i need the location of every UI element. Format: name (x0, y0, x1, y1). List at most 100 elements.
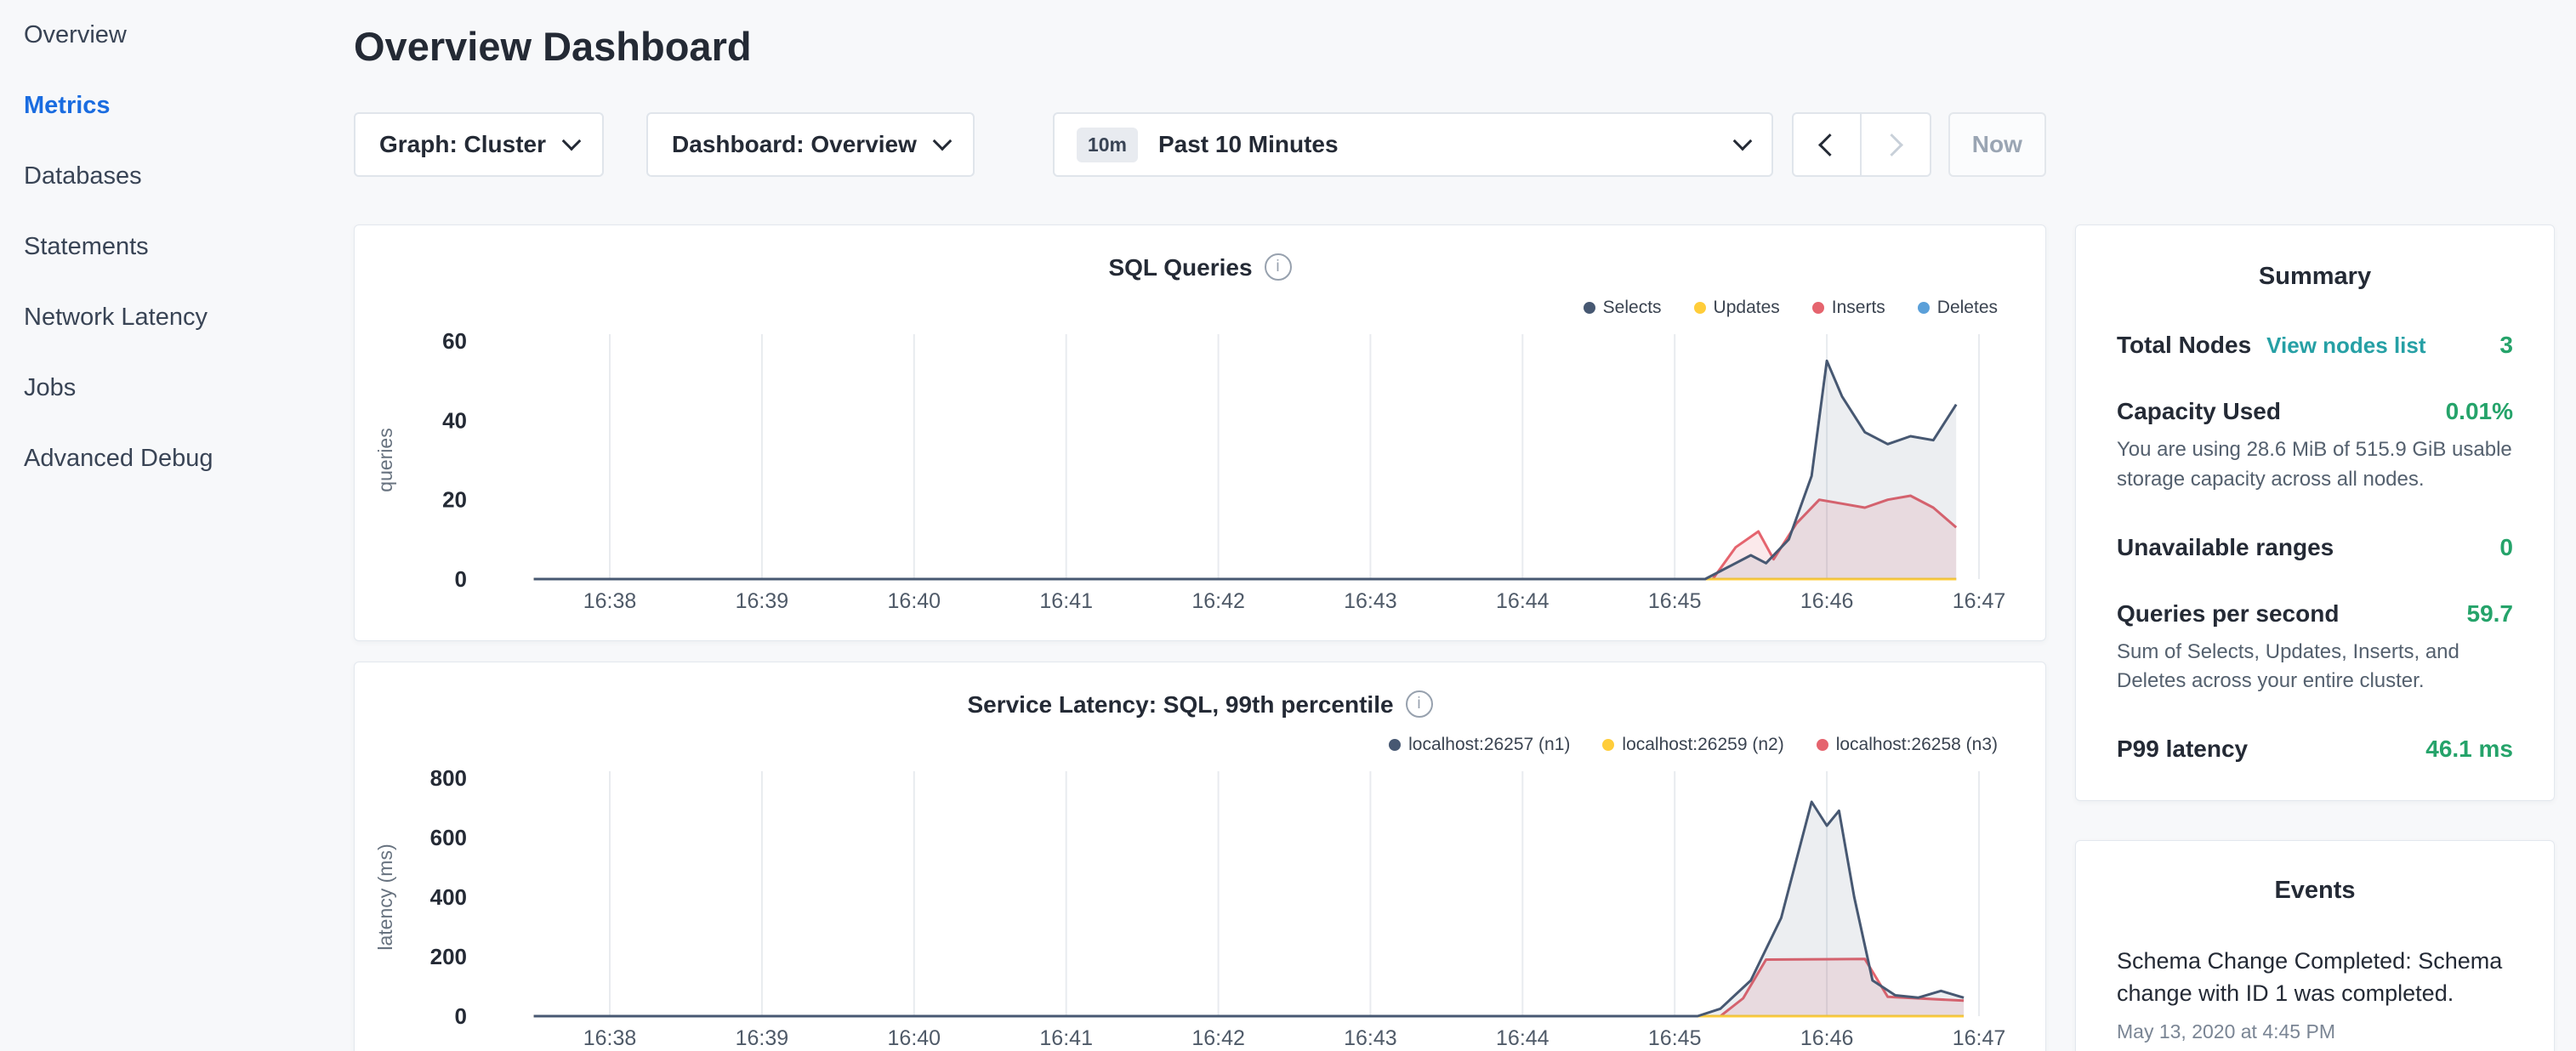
svg-text:16:46: 16:46 (1800, 589, 1854, 613)
metric-label: Unavailable ranges (2117, 534, 2334, 561)
chart-title: Service Latency: SQL, 99th percentile (355, 688, 2045, 722)
sidebar: Overview Metrics Databases Statements Ne… (0, 0, 340, 494)
svg-text:16:46: 16:46 (1800, 1026, 1854, 1050)
legend-dot-icon (1918, 302, 1930, 314)
svg-text:16:45: 16:45 (1648, 1026, 1702, 1050)
chevron-right-icon (1880, 134, 1903, 156)
svg-text:16:43: 16:43 (1344, 1026, 1397, 1050)
svg-text:60: 60 (442, 328, 467, 354)
svg-text:0: 0 (455, 1003, 467, 1029)
time-window-arrows (1792, 112, 1931, 177)
metric-description: Sum of Selects, Updates, Inserts, and De… (2117, 638, 2513, 697)
legend-item[interactable]: localhost:26259 (n2) (1602, 735, 1783, 755)
chart-title-text: SQL Queries (1108, 254, 1252, 281)
dashboard-label: Dashboard: Overview (672, 131, 917, 158)
legend-dot-icon (1389, 739, 1401, 751)
svg-text:16:38: 16:38 (583, 1026, 637, 1050)
chart-legend: Selects Updates Inserts Deletes (355, 297, 2045, 319)
svg-text:16:42: 16:42 (1191, 589, 1245, 613)
summary-panel: Summary Total Nodes View nodes list 3 Ca… (2075, 224, 2555, 801)
svg-text:16:41: 16:41 (1039, 589, 1093, 613)
legend-item[interactable]: Selects (1584, 298, 1662, 318)
svg-text:16:39: 16:39 (736, 589, 789, 613)
svg-text:16:47: 16:47 (1953, 1026, 2006, 1050)
sidebar-item-network-latency[interactable]: Network Latency (24, 282, 340, 353)
chart-legend: localhost:26257 (n1) localhost:26259 (n2)… (355, 734, 2045, 756)
metric-label: Capacity Used (2117, 398, 2281, 425)
svg-text:16:39: 16:39 (736, 1026, 789, 1050)
summary-capacity-used: Capacity Used 0.01% You are using 28.6 M… (2117, 398, 2513, 495)
events-panel: Events Schema Change Completed: Schema c… (2075, 840, 2555, 1051)
summary-title: Summary (2117, 263, 2513, 291)
summary-total-nodes: Total Nodes View nodes list 3 (2117, 332, 2513, 359)
svg-text:0: 0 (455, 566, 467, 592)
legend-item[interactable]: Inserts (1812, 298, 1885, 318)
info-icon[interactable] (1265, 253, 1292, 281)
service-latency-chart-panel: Service Latency: SQL, 99th percentile lo… (354, 662, 2046, 1051)
chevron-left-icon (1818, 134, 1841, 156)
dashboard-dropdown[interactable]: Dashboard: Overview (646, 112, 975, 177)
legend-item[interactable]: Updates (1694, 298, 1780, 318)
sidebar-item-statements[interactable]: Statements (24, 212, 340, 282)
legend-dot-icon (1817, 739, 1828, 751)
metric-label: P99 latency (2117, 736, 2248, 763)
event-text: Schema Change Completed: Schema change w… (2117, 946, 2513, 1010)
metric-value: 0.01% (2446, 398, 2513, 425)
event-timestamp: May 13, 2020 at 4:45 PM (2117, 1020, 2513, 1043)
dashboard-controls: Graph: Cluster Dashboard: Overview 10m P… (354, 112, 2046, 177)
legend-dot-icon (1602, 739, 1614, 751)
info-icon[interactable] (1406, 690, 1433, 718)
svg-text:16:44: 16:44 (1496, 589, 1550, 613)
svg-text:16:42: 16:42 (1191, 1026, 1245, 1050)
legend-item[interactable]: localhost:26257 (n1) (1389, 735, 1570, 755)
legend-item[interactable]: Deletes (1918, 298, 1998, 318)
svg-text:20: 20 (442, 487, 467, 513)
svg-text:queries: queries (374, 428, 396, 491)
sidebar-item-jobs[interactable]: Jobs (24, 353, 340, 423)
summary-p99-latency: P99 latency 46.1 ms (2117, 736, 2513, 763)
svg-text:200: 200 (430, 944, 467, 969)
svg-text:latency (ms): latency (ms) (374, 844, 396, 950)
chart-canvas[interactable]: 16:3816:3916:4016:4116:4216:4316:4416:45… (355, 761, 2045, 1051)
legend-item[interactable]: localhost:26258 (n3) (1817, 735, 1998, 755)
legend-dot-icon (1812, 302, 1824, 314)
svg-text:16:43: 16:43 (1344, 589, 1397, 613)
sql-queries-chart-panel: SQL Queries Selects Updates Inserts Deletes… (354, 224, 2046, 641)
time-range-dropdown[interactable]: 10m Past 10 Minutes (1053, 112, 1773, 177)
metric-description: You are using 28.6 MiB of 515.9 GiB usab… (2117, 435, 2513, 495)
svg-text:16:45: 16:45 (1648, 589, 1702, 613)
chevron-down-icon (933, 132, 952, 151)
legend-dot-icon (1694, 302, 1706, 314)
legend-dot-icon (1584, 302, 1595, 314)
graph-scope-label: Graph: Cluster (379, 131, 546, 158)
events-title: Events (2117, 877, 2513, 905)
now-button[interactable]: Now (1948, 112, 2046, 177)
metric-value: 0 (2499, 534, 2513, 561)
main-content: Overview Dashboard Graph: Cluster Dashbo… (354, 0, 2046, 1051)
svg-text:400: 400 (430, 884, 467, 910)
sidebar-item-databases[interactable]: Databases (24, 141, 340, 212)
time-forward-button[interactable] (1862, 112, 1931, 177)
chart-title-text: Service Latency: SQL, 99th percentile (967, 691, 1393, 718)
chart-canvas[interactable]: 16:38 16:39 16:40 16:41 16:42 16:43 16:44 16:45… (355, 324, 2045, 619)
time-range-badge: 10m (1077, 128, 1138, 162)
chart-title: SQL Queries (355, 251, 2045, 285)
page-title: Overview Dashboard (354, 24, 2046, 70)
svg-text:16:41: 16:41 (1039, 1026, 1093, 1050)
time-back-button[interactable] (1792, 112, 1862, 177)
svg-text:16:38: 16:38 (583, 589, 637, 613)
metric-value: 3 (2499, 332, 2513, 359)
event-item: Schema Change Completed: Schema change w… (2117, 946, 2513, 1043)
chevron-down-icon (562, 132, 582, 151)
graph-scope-dropdown[interactable]: Graph: Cluster (354, 112, 604, 177)
metric-value: 59.7 (2467, 600, 2514, 628)
sidebar-item-metrics[interactable]: Metrics (24, 71, 340, 141)
svg-text:16:40: 16:40 (888, 1026, 941, 1050)
metric-value: 46.1 ms (2425, 736, 2513, 763)
svg-text:16:40: 16:40 (888, 589, 941, 613)
sidebar-item-overview[interactable]: Overview (24, 0, 340, 71)
view-nodes-list-link[interactable]: View nodes list (2266, 332, 2425, 359)
right-sidebar: Summary Total Nodes View nodes list 3 Ca… (2075, 224, 2555, 1051)
svg-text:40: 40 (442, 407, 467, 433)
sidebar-item-advanced-debug[interactable]: Advanced Debug (24, 423, 340, 494)
